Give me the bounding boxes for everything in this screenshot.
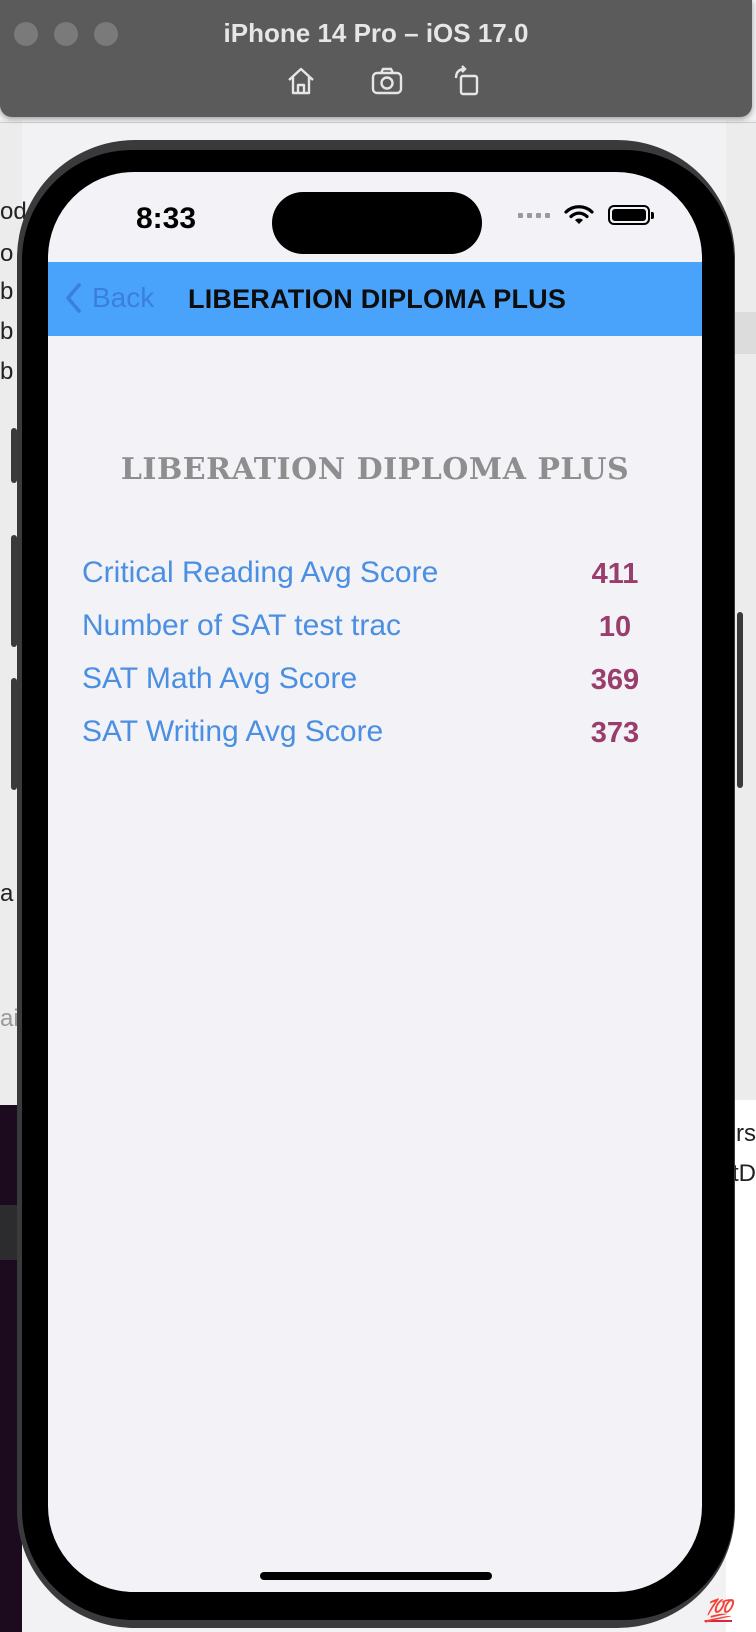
score-row: Number of SAT test trac 10: [82, 605, 668, 658]
home-icon[interactable]: [284, 64, 318, 98]
app-screen: 8:33 Back LIBERATION DIPLOMA PLUS LIBERA…: [48, 172, 702, 1592]
volume-down-button: [11, 678, 17, 790]
school-name-heading: LIBERATION DIPLOMA PLUS: [120, 452, 630, 487]
battery-icon: [608, 205, 654, 225]
score-row: Critical Reading Avg Score 411: [82, 552, 668, 605]
desktop-text-fragment: b: [0, 278, 14, 305]
status-bar-icons: [518, 204, 654, 226]
screenshot-icon[interactable]: [370, 64, 404, 98]
score-row: SAT Math Avg Score 369: [82, 658, 668, 711]
desktop-text-fragment: a: [0, 880, 14, 907]
desktop-text-fragment: b: [0, 358, 14, 385]
simulator-title-bar: iPhone 14 Pro – iOS 17.0: [0, 0, 752, 117]
score-label: SAT Writing Avg Score: [82, 715, 384, 748]
power-button: [737, 612, 743, 788]
chevron-left-icon: [66, 283, 81, 313]
wifi-icon: [564, 205, 594, 224]
rotate-icon[interactable]: [450, 64, 484, 98]
score-value: 10: [598, 611, 632, 643]
desktop-text-fragment: o: [0, 240, 14, 267]
simulator-title: iPhone 14 Pro – iOS 17.0: [223, 18, 529, 48]
status-bar-time: 8:33: [136, 202, 197, 235]
score-value: 369: [590, 664, 640, 696]
home-indicator[interactable]: [260, 1572, 492, 1580]
desktop-divider: [0, 122, 756, 123]
back-button[interactable]: Back: [62, 280, 154, 316]
score-value: 411: [591, 558, 639, 590]
navigation-title: LIBERATION DIPLOMA PLUS: [188, 284, 567, 314]
dynamic-island: [272, 192, 482, 254]
cellular-signal-icon: [518, 212, 550, 218]
score-value: 373: [590, 717, 640, 749]
silent-switch: [11, 428, 17, 483]
score-label: Number of SAT test trac: [82, 609, 401, 642]
score-row: SAT Writing Avg Score 373: [82, 711, 668, 764]
score-label: Critical Reading Avg Score: [82, 556, 439, 589]
volume-up-button: [11, 535, 17, 647]
desktop-text-fragment: rs: [736, 1120, 756, 1147]
back-button-label: Back: [92, 282, 155, 313]
sat-score-list: Critical Reading Avg Score 411 Number of…: [82, 552, 668, 764]
hundred-points-emoji: 💯: [704, 1598, 732, 1623]
navigation-bar: Back LIBERATION DIPLOMA PLUS: [48, 262, 702, 336]
score-label: SAT Math Avg Score: [82, 662, 358, 695]
desktop-text-fragment: ai: [0, 1005, 19, 1032]
desktop-text-fragment: b: [0, 318, 14, 345]
